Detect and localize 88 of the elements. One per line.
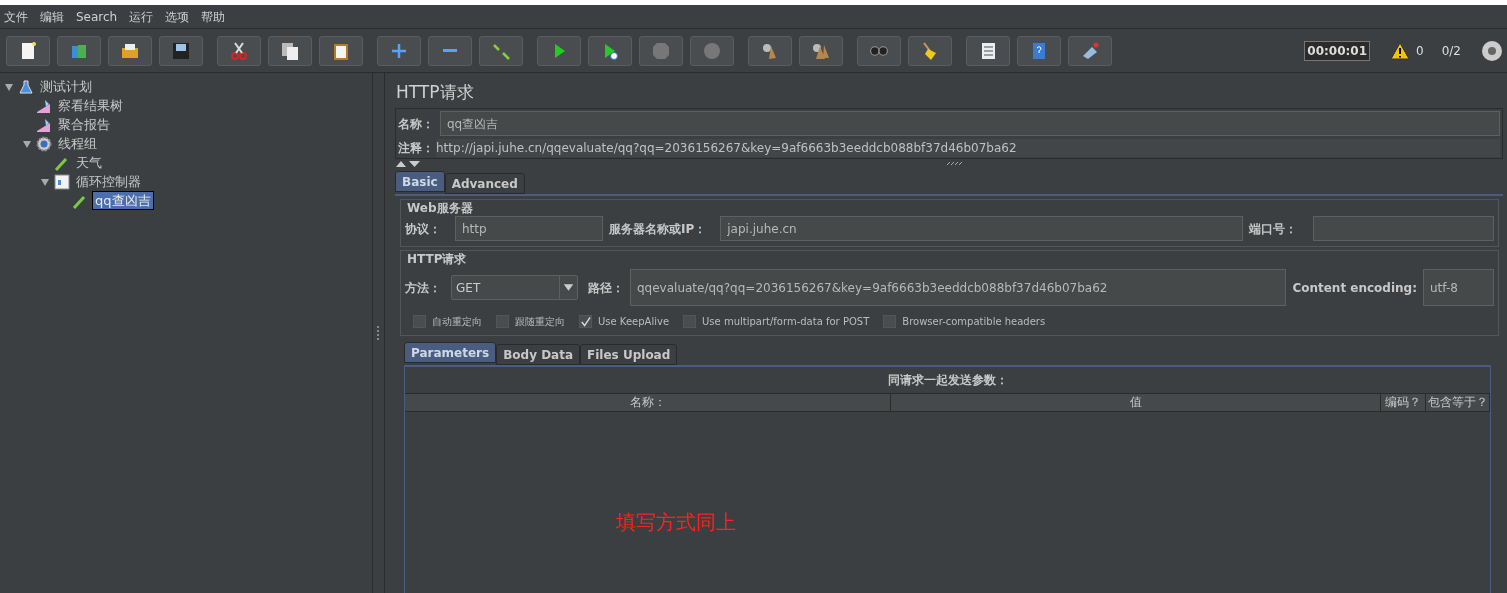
name-field[interactable]: qq查凶吉 [440, 111, 1500, 136]
tree-item[interactable]: 察看结果树 [56, 97, 125, 114]
method-dropdown[interactable]: GET [451, 275, 578, 300]
field-label: Content encoding: [1292, 279, 1417, 297]
menu-item[interactable]: 运行 [129, 7, 154, 26]
column-header[interactable]: 包含等于？ [1426, 394, 1490, 411]
menu-item[interactable]: 编辑 [40, 7, 64, 26]
tree-item[interactable]: 天气 [74, 154, 104, 171]
checkbox[interactable] [883, 315, 897, 328]
table-caption: 同请求一起发送参数： [886, 372, 1009, 389]
toolbar-button[interactable] [588, 35, 632, 66]
field-label: 服务器名称或IP： [609, 220, 707, 238]
option-checkbox[interactable]: Browser-compatible headers [883, 314, 1046, 329]
comment-field[interactable]: http://japi.juhe.cn/qqevaluate/qq?qq=2036156267&key=9af6663b3eeddcb088bf37d46b07ba62 [436, 139, 1500, 157]
checkbox[interactable] [413, 315, 426, 328]
panel-title: HTTP请求 [396, 81, 475, 103]
tree-item[interactable]: 线程组 [56, 135, 99, 152]
toolbar-button[interactable] [537, 35, 581, 66]
option-checkbox[interactable]: Use KeepAlive [579, 314, 670, 329]
toolbar-button[interactable] [108, 35, 152, 66]
check-icon [580, 315, 591, 328]
field-label: 协议： [405, 220, 441, 238]
tree-item[interactable]: 聚合报告 [56, 116, 112, 133]
timer: 00:00:01 [1304, 40, 1371, 61]
toolbar-button[interactable] [159, 35, 203, 66]
tab[interactable]: Body Data [496, 344, 581, 365]
expand-arrow-icon[interactable] [40, 176, 50, 187]
option-checkbox[interactable]: 跟随重定向 [496, 314, 565, 329]
expand-arrow-icon[interactable] [4, 81, 14, 92]
tree-item[interactable]: 测试计划 [38, 78, 94, 95]
toolbar-button[interactable] [966, 35, 1010, 66]
field-label: 路径： [588, 279, 624, 297]
minus-icon [443, 49, 457, 52]
column-header[interactable]: 编码？ [1381, 394, 1426, 411]
chart-icon [36, 116, 52, 133]
flask-icon [18, 78, 34, 95]
column-header[interactable]: 值 [891, 394, 1381, 411]
toolbar-button[interactable] [377, 35, 421, 66]
option-checkbox[interactable]: Use multipart/form-data for POST [683, 314, 870, 329]
column-header[interactable]: 名称： [405, 394, 891, 411]
annotation-text: 填写方式同上 [616, 509, 736, 536]
menu-item[interactable]: Search [76, 7, 118, 26]
remote-status-icon [1481, 39, 1503, 62]
toolbar-button[interactable] [217, 35, 261, 66]
checkbox[interactable] [496, 315, 509, 328]
checkbox[interactable] [579, 315, 592, 328]
tree-item[interactable]: 循环控制器 [74, 173, 143, 190]
toolbar-button[interactable] [799, 35, 843, 66]
chart-icon [36, 97, 52, 114]
menu-item[interactable]: 帮助 [201, 7, 226, 26]
tab[interactable]: Basic [395, 171, 445, 192]
field-label: 端口号： [1249, 220, 1297, 238]
warning-count: 0 [1416, 42, 1424, 60]
toolbar-button[interactable] [428, 35, 472, 66]
group-title: Web服务器 [407, 200, 474, 216]
checkbox[interactable] [683, 315, 697, 328]
gear-icon [36, 135, 52, 152]
toolbar-button[interactable] [857, 35, 901, 66]
toolbar-button[interactable] [1068, 35, 1112, 66]
field-label: 方法： [405, 279, 441, 297]
port-field[interactable] [1313, 216, 1494, 241]
toolbar-button[interactable] [479, 35, 523, 66]
encoding-field[interactable]: utf-8 [1423, 269, 1494, 306]
field-label: 注释： [398, 140, 434, 157]
toolbar-button[interactable] [268, 35, 312, 66]
path-field[interactable]: qqevaluate/qq?qq=2036156267&key=9af6663b3eeddcb088bf37d46b07ba62 [630, 269, 1287, 306]
tree-item[interactable]: qq查凶吉 [92, 191, 154, 210]
menu-item[interactable]: 文件 [4, 7, 28, 26]
expand-arrow-icon[interactable] [22, 138, 32, 149]
field-label: 名称： [398, 115, 434, 133]
toolbar-button[interactable] [748, 35, 792, 66]
protocol-field[interactable]: http [455, 216, 603, 241]
collapse-arrows-icon[interactable] [395, 160, 421, 168]
menu-item[interactable]: 选项 [165, 7, 190, 26]
binoculars-icon [870, 45, 888, 56]
tab[interactable]: Advanced [444, 173, 525, 194]
toolbar-button[interactable] [6, 35, 50, 66]
tab[interactable]: Files Upload [580, 344, 678, 365]
toolbar-button[interactable] [908, 35, 952, 66]
drag-handle-icon[interactable] [947, 162, 963, 166]
server-field[interactable]: japi.juhe.cn [720, 216, 1243, 241]
group-title: HTTP请求 [407, 251, 468, 267]
toolbar-button[interactable] [319, 35, 363, 66]
option-checkbox[interactable]: 自动重定向 [413, 314, 482, 329]
window-icon [54, 173, 70, 190]
tab[interactable]: Parameters [404, 342, 497, 363]
warning-icon [1390, 41, 1411, 60]
thread-count: 0/2 [1441, 42, 1461, 60]
